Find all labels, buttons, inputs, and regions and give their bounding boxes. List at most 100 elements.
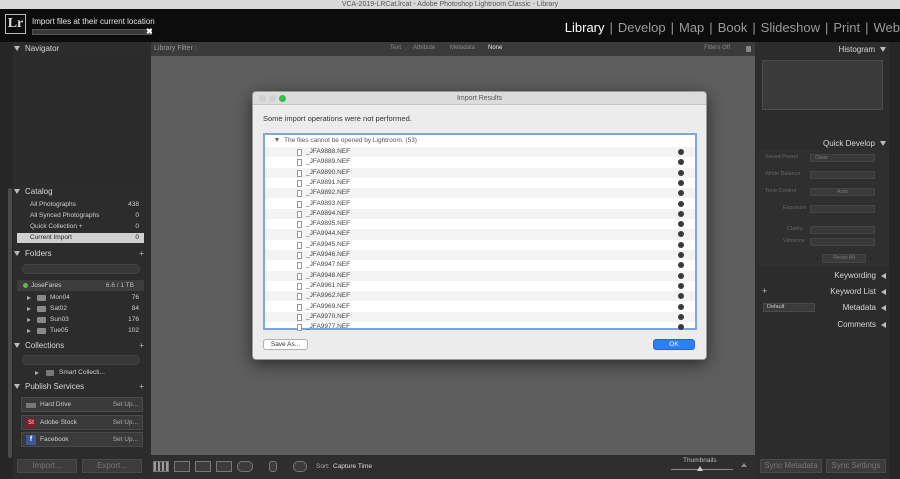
expand-icon[interactable] [27,318,31,322]
module-map[interactable]: Map [674,20,709,35]
expand-icon[interactable] [35,371,39,375]
add-publish-service-icon[interactable]: + [139,380,144,394]
folder-row[interactable]: Tue05 102 [17,326,144,336]
sort-direction-icon[interactable] [293,461,307,472]
sync-metadata-button[interactable]: Sync Metadata [760,459,822,473]
comments-header[interactable]: Comments [837,320,886,329]
publish-services-header[interactable]: Publish Services + [14,380,146,394]
list-item[interactable]: _JFA9945.NEF [265,240,695,250]
add-keyword-icon[interactable]: + [762,286,767,296]
filter-text[interactable]: Text [390,45,401,51]
collection-search-input[interactable] [22,355,140,365]
publish-service-adobe-stock[interactable]: St Adobe Stock Set Up... [21,415,143,430]
list-item[interactable]: _JFA9944.NEF [265,229,695,240]
folder-search-input[interactable] [22,264,140,274]
folder-row[interactable]: Sun03 176 [17,315,144,325]
expand-icon[interactable] [27,296,31,300]
catalog-item-current-import[interactable]: Current Import 0 [17,233,144,243]
catalog-item-all-photographs[interactable]: All Photographs 438 [17,200,144,210]
module-book[interactable]: Book [713,20,753,35]
disclosure-triangle-icon[interactable] [275,138,279,143]
vibrance-stepper[interactable] [810,238,875,246]
export-button[interactable]: Export... [82,459,142,473]
list-item[interactable]: _JFA9947.NEF [265,260,695,270]
compare-view-icon[interactable] [195,461,211,472]
list-item[interactable]: _JFA9961.NEF [265,281,695,291]
reveal-file-icon[interactable] [678,149,684,155]
painter-icon[interactable] [269,461,277,472]
reveal-file-icon[interactable] [678,231,684,238]
keyword-list-header[interactable]: Keyword List [830,287,886,296]
folder-row[interactable]: Mon04 76 [17,293,144,303]
save-as-button[interactable]: Save As... [263,339,308,350]
list-item[interactable]: _JFA9895.NEF [265,219,695,229]
ok-button[interactable]: OK [653,339,695,350]
auto-tone-button[interactable]: Auto [810,188,875,196]
list-item[interactable]: _JFA9892.NEF [265,188,695,199]
grid-view-icon[interactable] [153,461,169,472]
lock-icon[interactable] [746,46,751,52]
setup-link[interactable]: Set Up... [113,398,138,412]
list-item[interactable]: _JFA9970.NEF [265,311,695,323]
publish-service-facebook[interactable]: f Facebook Set Up... [21,432,143,447]
white-balance-select[interactable] [810,171,875,179]
reveal-file-icon[interactable] [678,303,684,310]
metadata-preset-select[interactable]: Default [763,303,815,312]
exposure-stepper[interactable] [810,205,875,213]
catalog-item-quick-collection[interactable]: Quick Collection +0 [17,222,144,232]
list-item[interactable]: _JFA9889.NEF [265,157,695,167]
list-item[interactable]: _JFA9962.NEF [265,291,695,302]
reveal-file-icon[interactable] [678,313,684,320]
module-library[interactable]: Library [560,20,610,35]
loupe-view-icon[interactable] [174,461,190,472]
saved-preset-select[interactable]: Clear [810,154,875,162]
folders-header[interactable]: Folders + [14,247,146,261]
filter-none[interactable]: None [488,45,502,51]
keywording-header[interactable]: Keywording [834,271,886,280]
reset-all-button[interactable]: Reset All [822,254,866,263]
reveal-file-icon[interactable] [678,210,684,217]
navigator-header[interactable]: Navigator [14,42,146,56]
reveal-file-icon[interactable] [678,324,684,331]
collection-row[interactable]: Smart Collecti... [17,368,144,378]
survey-view-icon[interactable] [216,461,232,472]
catalog-header[interactable]: Catalog [14,185,146,199]
people-view-icon[interactable] [237,461,253,472]
list-item[interactable]: _JFA9893.NEF [265,199,695,209]
zoom-window-icon[interactable] [279,95,286,102]
reveal-file-icon[interactable] [678,190,684,197]
failed-files-list[interactable]: The files cannot be opened by Lightroom.… [263,133,697,332]
collections-header[interactable]: Collections + [14,339,146,353]
reveal-file-icon[interactable] [678,252,684,258]
import-button[interactable]: Import... [17,459,77,473]
minimize-window-icon[interactable] [269,95,276,102]
reveal-file-icon[interactable] [678,200,684,207]
sync-settings-button[interactable]: Sync Settings [826,459,886,473]
list-item[interactable]: _JFA9894.NEF [265,208,695,220]
metadata-header[interactable]: Metadata [843,303,886,312]
reveal-file-icon[interactable] [678,221,684,228]
catalog-item-all-synced[interactable]: All Synced Photographs 0 [17,211,144,221]
volume-josefares[interactable]: JoseFares 6.6 / 1 TB [17,280,144,291]
reveal-file-icon[interactable] [678,179,684,186]
expand-icon[interactable] [27,307,31,311]
slider-knob-icon[interactable] [697,466,703,471]
reveal-file-icon[interactable] [678,282,684,289]
reveal-file-icon[interactable] [678,241,684,248]
add-collection-icon[interactable]: + [139,339,144,353]
sort-select[interactable]: Capture Time [333,463,372,470]
histogram-header[interactable]: Histogram [839,45,886,54]
module-slideshow[interactable]: Slideshow [756,20,825,35]
list-item[interactable]: _JFA9891.NEF [265,178,695,188]
module-print[interactable]: Print [828,20,865,35]
add-folder-icon[interactable]: + [139,247,144,261]
failed-files-group[interactable]: The files cannot be opened by Lightroom.… [275,137,417,144]
cancel-import-icon[interactable]: ✖ [146,27,153,36]
list-item[interactable]: _JFA9969.NEF [265,302,695,312]
right-panel-edge[interactable] [889,42,900,479]
reveal-file-icon[interactable] [678,159,684,166]
filter-attribute[interactable]: Attribute [413,45,435,51]
setup-link[interactable]: Set Up... [113,433,138,447]
list-item[interactable]: _JFA9977.NEF [265,322,695,332]
close-window-icon[interactable] [259,95,266,102]
